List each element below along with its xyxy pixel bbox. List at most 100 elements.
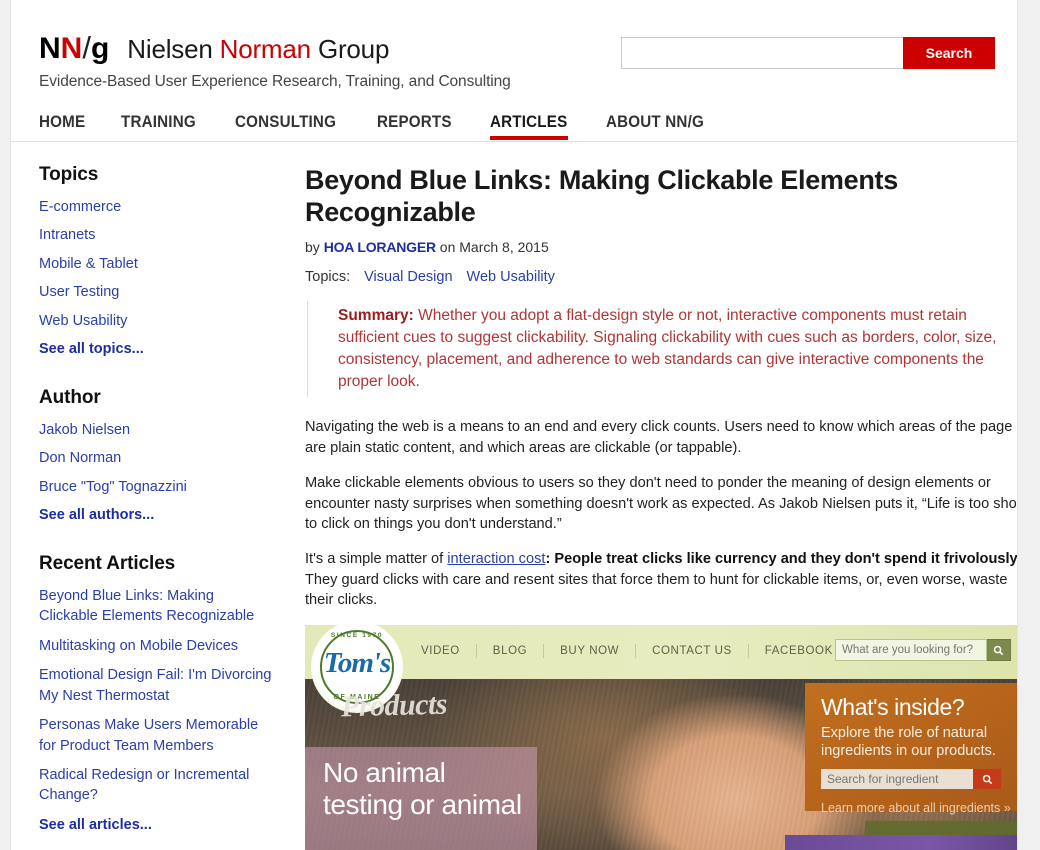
article-topic-visual-design[interactable]: Visual Design: [364, 269, 452, 285]
brand-last: Group: [310, 34, 390, 64]
byline-author-link[interactable]: HOA LORANGER: [324, 239, 436, 255]
article-topics: Topics: Visual Design Web Usability: [305, 269, 1017, 285]
list-item[interactable]: Bruce "Tog" Tognazzini: [39, 477, 275, 497]
sidebar-recent-multitasking[interactable]: Multitasking on Mobile Devices: [39, 638, 238, 654]
nav-item-reports[interactable]: REPORTS: [377, 113, 458, 141]
nav-link-reports[interactable]: REPORTS: [377, 113, 452, 132]
sidebar-see-all-topics[interactable]: See all topics...: [39, 341, 144, 357]
list-item[interactable]: Don Norman: [39, 448, 275, 468]
sidebar-recent-personas[interactable]: Personas Make Users Memorable for Produc…: [39, 717, 258, 753]
sidebar-heading-recent-articles: Recent Articles: [39, 552, 176, 574]
interaction-cost-link[interactable]: interaction cost: [447, 551, 545, 567]
sidebar-recent-list: Beyond Blue Links: Making Clickable Elem…: [39, 586, 275, 836]
article-topic-web-usability[interactable]: Web Usability: [467, 269, 555, 285]
sidebar-author-don-norman[interactable]: Don Norman: [39, 450, 121, 466]
list-item[interactable]: Web Usability: [39, 311, 275, 331]
sidebar-recent-emotional-design-fail[interactable]: Emotional Design Fail: I'm Divorcing My …: [39, 667, 271, 703]
sidebar-topic-web-usability[interactable]: Web Usability: [39, 313, 127, 329]
nav-link-home[interactable]: HOME: [39, 113, 85, 132]
article-paragraph-2: Make clickable elements obvious to users…: [305, 474, 1018, 533]
sidebar-topics-list: E-commerce Intranets Mobile & Tablet Use…: [39, 197, 275, 360]
sidebar: Topics E-commerce Intranets Mobile & Tab…: [39, 164, 287, 850]
figure-nav-links: VIDEO BLOG BUY NOW CONTACT US FACEBOOK: [405, 644, 849, 659]
figure-pink-overlay[interactable]: No animal testing or animal: [305, 747, 537, 850]
list-item[interactable]: E-commerce: [39, 197, 275, 217]
nav-link-about[interactable]: ABOUT NN/G: [606, 113, 704, 132]
paragraph-3-post: They guard clicks with care and resent s…: [305, 571, 1008, 609]
list-item[interactable]: Emotional Design Fail: I'm Divorcing My …: [39, 665, 275, 706]
figure-nav-buy-now[interactable]: BUY NOW: [544, 645, 635, 657]
figure-purple-strip: [785, 835, 1017, 850]
page-title: Beyond Blue Links: Making Clickable Elem…: [305, 165, 898, 228]
search-icon: [993, 645, 1004, 655]
main-navigation: HOME TRAINING CONSULTING REPORTS ARTICLE…: [11, 113, 1017, 141]
figure-toms-of-maine-screenshot: VIDEO BLOG BUY NOW CONTACT US FACEBOOK W…: [305, 625, 1017, 850]
list-item[interactable]: User Testing: [39, 282, 275, 302]
sidebar-see-all-articles[interactable]: See all articles...: [39, 817, 152, 833]
nav-item-consulting[interactable]: CONSULTING: [235, 113, 345, 141]
logo-wordmark: Tom's: [323, 647, 391, 680]
figure-site-navbar: VIDEO BLOG BUY NOW CONTACT US FACEBOOK: [305, 625, 1017, 680]
figure-nav-video[interactable]: VIDEO: [405, 645, 476, 657]
figure-ingredient-search-input[interactable]: [821, 769, 973, 790]
list-item[interactable]: Personas Make Users Memorable for Produc…: [39, 715, 275, 756]
search-icon: [982, 774, 992, 784]
list-item[interactable]: Intranets: [39, 225, 275, 245]
list-item[interactable]: Mobile & Tablet: [39, 254, 275, 274]
sidebar-author-jakob-nielsen[interactable]: Jakob Nielsen: [39, 422, 130, 438]
sidebar-authors-list: Jakob Nielsen Don Norman Bruce "Tog" Tog…: [39, 420, 275, 526]
sidebar-heading-topics: Topics: [39, 164, 99, 185]
nng-logo-mark: NN/g: [39, 32, 109, 64]
sidebar-topic-intranets[interactable]: Intranets: [39, 227, 95, 243]
brand-wordmark: Nielsen Norman Group: [127, 34, 389, 65]
article-byline: by HOA LORANGER on March 8, 2015: [305, 238, 1017, 255]
summary-label: Summary:: [338, 306, 414, 324]
nav-item-training[interactable]: TRAINING: [121, 113, 202, 141]
list-item[interactable]: See all authors...: [39, 505, 275, 525]
list-item[interactable]: See all articles...: [39, 815, 275, 835]
sidebar-author-tog-tognazzini[interactable]: Bruce "Tog" Tognazzini: [39, 479, 187, 495]
list-item[interactable]: Multitasking on Mobile Devices: [39, 636, 275, 656]
site-header: NN/g Nielsen Norman Group Evidence-Based…: [11, 0, 1017, 91]
nav-item-articles[interactable]: ARTICLES: [489, 113, 574, 141]
site-search: Search: [621, 37, 995, 69]
list-item[interactable]: Radical Redesign or Incremental Change?: [39, 765, 275, 806]
sidebar-recent-beyond-blue-links[interactable]: Beyond Blue Links: Making Clickable Elem…: [39, 588, 254, 624]
byline-date-prefix: on: [435, 238, 460, 255]
summary-text: Whether you adopt a flat-design style or…: [338, 306, 997, 391]
figure-nav-contact-us[interactable]: CONTACT US: [636, 645, 748, 657]
figure-nav-blog[interactable]: BLOG: [477, 645, 543, 657]
paragraph-3-pre: It's a simple matter of: [305, 551, 448, 567]
byline-date: March 8, 2015: [459, 238, 549, 255]
figure-search-input[interactable]: [835, 639, 987, 662]
figure-ingredient-search: [821, 769, 1013, 790]
figure-pink-overlay-text: No animal testing or animal: [323, 757, 522, 820]
nav-link-articles[interactable]: ARTICLES: [490, 113, 567, 132]
nav-link-consulting[interactable]: CONSULTING: [235, 113, 336, 132]
brand-first: Nielsen: [127, 34, 220, 64]
page-body: Topics E-commerce Intranets Mobile & Tab…: [11, 142, 1017, 850]
search-button[interactable]: Search: [903, 37, 995, 69]
sidebar-topic-ecommerce[interactable]: E-commerce: [39, 199, 121, 215]
figure-search-button[interactable]: [987, 639, 1011, 662]
sidebar-topic-mobile-tablet[interactable]: Mobile & Tablet: [39, 256, 138, 272]
figure-ingredient-search-button[interactable]: [973, 769, 1001, 790]
figure-whats-inside-panel: What's inside? Explore the role of natur…: [805, 683, 1017, 815]
sidebar-recent-radical-redesign[interactable]: Radical Redesign or Incremental Change?: [39, 767, 249, 803]
logo-n1: N: [39, 32, 61, 65]
nav-link-training[interactable]: TRAINING: [121, 113, 196, 132]
figure-learn-more-link[interactable]: Learn more about all ingredients »: [821, 801, 1011, 815]
page-container: NN/g Nielsen Norman Group Evidence-Based…: [10, 0, 1018, 850]
nav-item-home[interactable]: HOME: [39, 113, 89, 141]
list-item[interactable]: See all topics...: [39, 339, 275, 359]
list-item[interactable]: Jakob Nielsen: [39, 420, 275, 440]
search-input[interactable]: [621, 37, 903, 69]
nav-item-about[interactable]: ABOUT NN/G: [606, 113, 713, 141]
byline-by-label: by: [305, 238, 324, 255]
sidebar-see-all-authors[interactable]: See all authors...: [39, 507, 154, 523]
figure-nav-facebook[interactable]: FACEBOOK: [749, 645, 849, 657]
figure-products-label: Products: [340, 687, 448, 724]
list-item[interactable]: Beyond Blue Links: Making Clickable Elem…: [39, 586, 275, 627]
paragraph-3-bold: : People treat clicks like currency and …: [545, 551, 1018, 567]
sidebar-topic-user-testing[interactable]: User Testing: [39, 284, 119, 300]
